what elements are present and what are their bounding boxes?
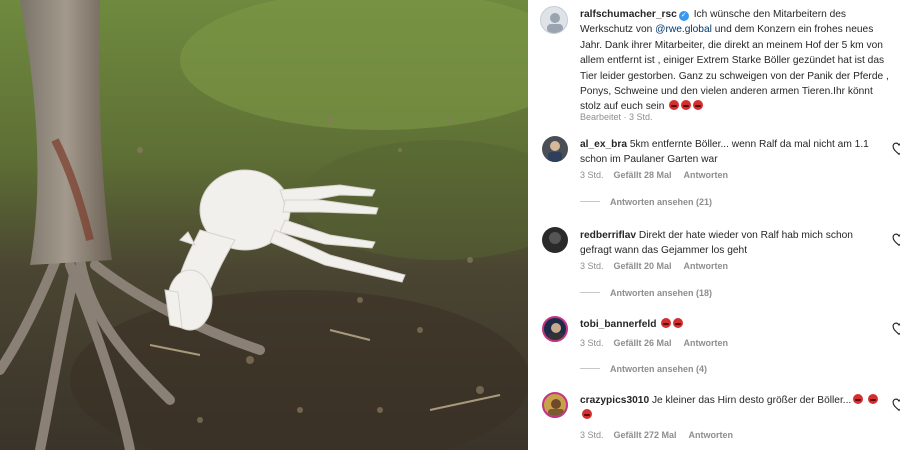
angry-face-emoji-icon (582, 409, 592, 420)
reply-button[interactable]: Antworten (684, 338, 729, 348)
post-photo (0, 0, 528, 450)
angry-face-emoji-icon (693, 100, 704, 111)
commenter-avatar[interactable] (542, 227, 568, 253)
mention-link[interactable]: @rwe.global (655, 24, 712, 35)
comment-time: 3 Std. (580, 170, 604, 180)
comment-meta: 3 Std. Gefällt 272 Mal Antworten (580, 430, 745, 440)
angry-face-emoji-icon (868, 394, 879, 404)
edited-label: Bearbeitet (580, 112, 622, 122)
commenter-username[interactable]: tobi_bannerfeld (580, 319, 656, 330)
comments-panel: ralfschumacher_rsc ✓ Ich wünsche den Mita… (528, 0, 900, 450)
post-time: 3 Std. (629, 112, 653, 122)
caption-meta: Bearbeitet · 3 Std. (580, 112, 653, 122)
commenter-avatar[interactable] (542, 392, 568, 418)
view-replies-button[interactable]: Antworten ansehen (4) (580, 364, 707, 374)
comment-text: crazypics3010 Je kleiner das Hirn desto … (580, 393, 880, 424)
commenter-username[interactable]: crazypics3010 (580, 395, 649, 406)
reply-button[interactable]: Antworten (684, 261, 729, 271)
comment-text: redberriflav Direkt der hate wieder von … (580, 228, 880, 259)
comment-text: al_ex_bra 5km entfernte Böller... wenn R… (580, 137, 880, 168)
angry-face-emoji-icon (673, 318, 684, 328)
angry-face-emoji-icon (661, 318, 672, 328)
author-avatar[interactable] (540, 6, 568, 34)
reply-button[interactable]: Antworten (689, 430, 734, 440)
caption-rest: und dem Konzern ein frohes neues Jahr. D… (580, 24, 889, 113)
author-username[interactable]: ralfschumacher_rsc (580, 9, 677, 20)
commenter-username[interactable]: redberriflav (580, 230, 636, 241)
comment-meta: 3 Std. Gefällt 20 Mal Antworten (580, 261, 740, 271)
angry-face-emoji-icon (681, 100, 692, 111)
view-replies-button[interactable]: Antworten ansehen (21) (580, 197, 712, 207)
comment-time: 3 Std. (580, 430, 604, 440)
comment-meta: 3 Std. Gefällt 26 Mal Antworten (580, 338, 740, 348)
commenter-username[interactable]: al_ex_bra (580, 139, 627, 150)
view-replies-button[interactable]: Antworten ansehen (18) (580, 288, 712, 298)
comment-text: tobi_bannerfeld (580, 317, 880, 332)
comment-likes[interactable]: Gefällt 272 Mal (614, 430, 677, 440)
comment-likes[interactable]: Gefällt 20 Mal (614, 261, 672, 271)
comment-meta: 3 Std. Gefällt 28 Mal Antworten (580, 170, 740, 180)
heart-icon[interactable] (892, 322, 900, 336)
angry-face-emoji-icon (669, 100, 680, 111)
reply-button[interactable]: Antworten (684, 170, 729, 180)
heart-icon[interactable] (892, 233, 900, 247)
caption-text: ralfschumacher_rsc ✓ Ich wünsche den Mita… (580, 7, 894, 115)
heart-icon[interactable] (892, 142, 900, 156)
comment-time: 3 Std. (580, 338, 604, 348)
commenter-avatar[interactable] (542, 136, 568, 162)
commenter-avatar[interactable] (542, 316, 568, 342)
angry-face-emoji-icon (853, 394, 864, 404)
comment-likes[interactable]: Gefällt 26 Mal (614, 338, 672, 348)
comment-body: Je kleiner das Hirn desto größer der Böl… (651, 395, 852, 406)
verified-badge-icon: ✓ (678, 11, 689, 21)
comment-time: 3 Std. (580, 261, 604, 271)
comment-likes[interactable]: Gefällt 28 Mal (614, 170, 672, 180)
heart-icon[interactable] (892, 398, 900, 412)
